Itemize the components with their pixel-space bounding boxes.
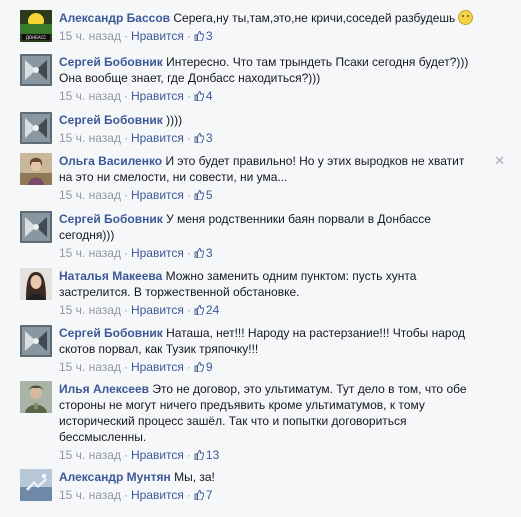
comment-text: Мы, за! bbox=[170, 470, 215, 484]
like-button[interactable]: Нравится bbox=[131, 360, 184, 374]
comment-timestamp[interactable]: 15 ч. назад bbox=[59, 246, 121, 260]
like-count[interactable]: 3 bbox=[194, 131, 213, 145]
avatar-bassov-icon: ДОНБАСС bbox=[20, 10, 52, 42]
like-button[interactable]: Нравится bbox=[131, 89, 184, 103]
thumbs-up-icon bbox=[194, 133, 204, 143]
comment-author[interactable]: Ольга Василенко bbox=[59, 154, 162, 168]
close-icon[interactable]: ✕ bbox=[494, 153, 505, 169]
avatar-vasilenko-icon bbox=[20, 153, 52, 185]
comment-author[interactable]: Илья Алексеев bbox=[59, 382, 149, 396]
smiley-icon bbox=[458, 10, 474, 25]
thumbs-up-icon bbox=[194, 190, 204, 200]
avatar-bobovnik-icon bbox=[20, 325, 52, 357]
avatar[interactable] bbox=[20, 469, 52, 501]
like-button[interactable]: Нравится bbox=[131, 303, 184, 317]
comment-text: )))) bbox=[162, 113, 183, 127]
comment-timestamp[interactable]: 15 ч. назад bbox=[59, 131, 121, 145]
like-count[interactable]: 4 bbox=[194, 89, 213, 103]
avatar[interactable] bbox=[20, 54, 52, 86]
comment-text: Серега,ну ты,там,это,не кричи,соседей ра… bbox=[170, 11, 456, 25]
like-button[interactable]: Нравится bbox=[131, 188, 184, 202]
avatar[interactable]: ДОНБАСС bbox=[20, 10, 52, 42]
comment-author[interactable]: Сергей Бобовник bbox=[59, 113, 163, 127]
avatar[interactable] bbox=[20, 268, 52, 300]
like-count[interactable]: 5 bbox=[194, 188, 213, 202]
avatar-bobovnik-icon bbox=[20, 54, 52, 86]
like-count[interactable]: 3 bbox=[194, 29, 213, 43]
avatar-bobovnik-icon bbox=[20, 112, 52, 144]
comment-timestamp[interactable]: 15 ч. назад bbox=[59, 303, 121, 317]
comment-timestamp[interactable]: 15 ч. назад bbox=[59, 488, 121, 502]
like-button[interactable]: Нравится bbox=[131, 131, 184, 145]
thumbs-up-icon bbox=[194, 31, 204, 41]
comment-timestamp[interactable]: 15 ч. назад bbox=[59, 89, 121, 103]
thumbs-up-icon bbox=[194, 362, 204, 372]
like-count[interactable]: 24 bbox=[194, 303, 219, 317]
comment-author[interactable]: Сергей Бобовник bbox=[59, 326, 163, 340]
thumbs-up-icon bbox=[194, 91, 204, 101]
comment-author[interactable]: Александр Мунтян bbox=[59, 470, 171, 484]
comment-author[interactable]: Александр Бассов bbox=[59, 11, 170, 25]
comment-author[interactable]: Сергей Бобовник bbox=[59, 212, 163, 226]
avatar[interactable] bbox=[20, 325, 52, 357]
avatar-muntyan-icon bbox=[20, 469, 52, 501]
thumbs-up-icon bbox=[194, 305, 204, 315]
thumbs-up-icon bbox=[194, 450, 204, 460]
avatar[interactable] bbox=[20, 153, 52, 185]
svg-text:ДОНБАСС: ДОНБАСС bbox=[26, 35, 47, 40]
avatar-bobovnik-icon bbox=[20, 211, 52, 243]
like-count[interactable]: 13 bbox=[194, 448, 219, 462]
like-count[interactable]: 9 bbox=[194, 360, 213, 374]
like-count[interactable]: 3 bbox=[194, 246, 213, 260]
comment-author[interactable]: Сергей Бобовник bbox=[59, 55, 163, 69]
like-button[interactable]: Нравится bbox=[131, 246, 184, 260]
like-button[interactable]: Нравится bbox=[131, 488, 184, 502]
thumbs-up-icon bbox=[194, 490, 204, 500]
avatar-alekseev-icon bbox=[20, 381, 52, 413]
like-button[interactable]: Нравится bbox=[131, 448, 184, 462]
avatar[interactable] bbox=[20, 381, 52, 413]
comment-timestamp[interactable]: 15 ч. назад bbox=[59, 188, 121, 202]
comment-timestamp[interactable]: 15 ч. назад bbox=[59, 29, 121, 43]
avatar[interactable] bbox=[20, 112, 52, 144]
comment-author[interactable]: Наталья Макеева bbox=[59, 269, 162, 283]
comment-timestamp[interactable]: 15 ч. назад bbox=[59, 448, 121, 462]
avatar-makeeva-icon bbox=[20, 268, 52, 300]
thumbs-up-icon bbox=[194, 248, 204, 258]
avatar[interactable] bbox=[20, 211, 52, 243]
like-count[interactable]: 7 bbox=[194, 488, 213, 502]
comment-timestamp[interactable]: 15 ч. назад bbox=[59, 360, 121, 374]
like-button[interactable]: Нравится bbox=[131, 29, 184, 43]
